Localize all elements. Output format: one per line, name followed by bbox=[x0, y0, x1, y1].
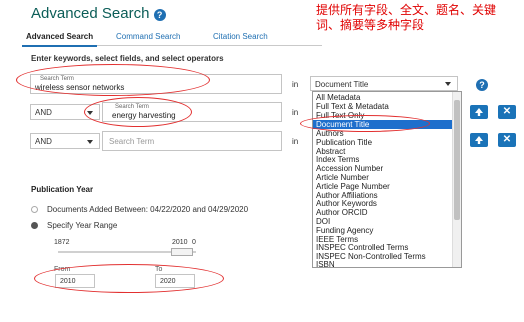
help-icon[interactable]: ? bbox=[153, 9, 166, 21]
tab-advanced-search[interactable]: Advanced Search bbox=[22, 30, 98, 47]
operator-select-3-value: AND bbox=[35, 137, 52, 146]
in-label-3: in bbox=[292, 137, 299, 146]
specify-year-range-label: Specify Year Range bbox=[47, 221, 118, 230]
remove-row-button-2[interactable]: ✕ bbox=[498, 105, 516, 119]
annotation-oval-row1 bbox=[16, 64, 210, 96]
dropdown-option[interactable]: DOI bbox=[316, 217, 330, 226]
field-select-1-value: Document Title bbox=[315, 80, 369, 89]
page-title: Advanced Search ? bbox=[31, 5, 166, 22]
dropdown-option[interactable]: INSPEC Controlled Terms bbox=[316, 243, 408, 252]
tab-citation-search[interactable]: Citation Search bbox=[209, 30, 272, 45]
search-term-placeholder-3: Search Term bbox=[109, 137, 155, 146]
field-help-icon[interactable]: ? bbox=[476, 79, 488, 91]
page-title-text: Advanced Search bbox=[31, 5, 150, 22]
slider-min-label: 1872 bbox=[54, 239, 70, 246]
dropdown-option[interactable]: Publication Title bbox=[316, 138, 372, 147]
dropdown-option[interactable]: Index Terms bbox=[316, 155, 359, 164]
dropdown-option[interactable]: Author Keywords bbox=[316, 199, 377, 208]
dropdown-option[interactable]: All Metadata bbox=[316, 93, 360, 102]
remove-row-button-3[interactable]: ✕ bbox=[498, 133, 516, 147]
annotation-oval-years bbox=[34, 264, 224, 293]
publication-year-heading: Publication Year bbox=[31, 185, 94, 194]
radio-documents-added[interactable] bbox=[31, 206, 38, 213]
dropdown-option[interactable]: Full Text & Metadata bbox=[316, 102, 389, 111]
slider-max-label: 2010 bbox=[172, 239, 188, 246]
annotation-oval-row2 bbox=[84, 97, 192, 127]
add-row-button-3[interactable] bbox=[470, 133, 488, 147]
arrow-up-icon bbox=[475, 108, 483, 116]
instruction-text: Enter keywords, select fields, and selec… bbox=[31, 54, 224, 63]
dropdown-option[interactable]: Accession Number bbox=[316, 164, 383, 173]
scrollbar-thumb[interactable] bbox=[454, 100, 460, 220]
chevron-down-icon bbox=[445, 82, 451, 86]
tab-bar: Advanced Search Command Search Citation … bbox=[22, 30, 322, 47]
search-term-field-3[interactable]: Search Term bbox=[102, 131, 282, 151]
dropdown-option[interactable]: Article Page Number bbox=[316, 182, 390, 191]
field-select-1[interactable]: Document Title bbox=[310, 76, 458, 91]
dropdown-option[interactable]: ISBN bbox=[316, 260, 335, 267]
dropdown-scrollbar[interactable] bbox=[452, 92, 461, 267]
dropdown-option[interactable]: Funding Agency bbox=[316, 226, 373, 235]
arrow-up-icon bbox=[475, 136, 483, 144]
annotation-oval-selected bbox=[300, 115, 430, 132]
operator-select-3[interactable]: AND bbox=[30, 133, 100, 149]
annotation-text: 提供所有字段、全文、题名、关键词、摘要等多种字段 bbox=[316, 3, 497, 32]
tab-command-search[interactable]: Command Search bbox=[112, 30, 184, 45]
documents-added-label: Documents Added Between: 04/22/2020 and … bbox=[47, 205, 249, 214]
operator-select-2-value: AND bbox=[35, 108, 52, 117]
dropdown-option[interactable]: Article Number bbox=[316, 173, 369, 182]
dropdown-option[interactable]: Author ORCID bbox=[316, 208, 368, 217]
year-slider-handle[interactable] bbox=[171, 248, 193, 256]
in-label-2: in bbox=[292, 108, 299, 117]
in-label-1: in bbox=[292, 80, 299, 89]
add-row-button-2[interactable] bbox=[470, 105, 488, 119]
chevron-down-icon bbox=[87, 140, 93, 144]
radio-specify-year-range[interactable] bbox=[31, 222, 38, 229]
slider-extra-label: 0 bbox=[192, 239, 196, 246]
